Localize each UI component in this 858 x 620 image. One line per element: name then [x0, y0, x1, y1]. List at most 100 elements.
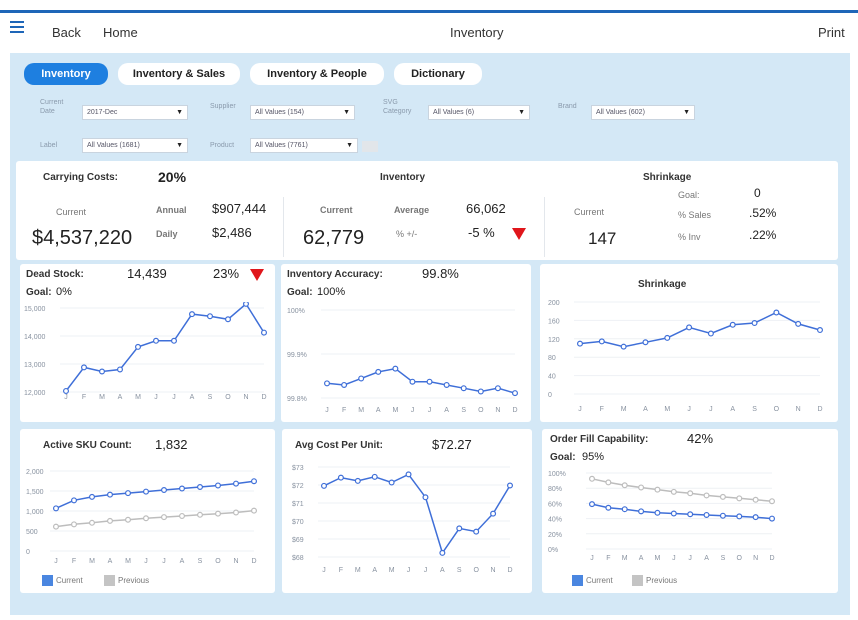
x-tick-label: M: [389, 567, 395, 574]
data-point: [473, 528, 480, 535]
apply-button[interactable]: [362, 141, 378, 152]
data-point: [215, 510, 222, 517]
series-line: [591, 478, 773, 502]
product-select[interactable]: All Values (7761) ▼: [250, 138, 358, 153]
x-tick-label: J: [322, 567, 326, 574]
y-tick-label: 1,500: [26, 489, 44, 496]
legend-current-swatch: [572, 575, 583, 586]
y-tick-label: 100%: [287, 308, 305, 315]
x-tick-label: F: [339, 567, 343, 574]
y-tick-label: 100%: [548, 471, 566, 478]
tab-inventory-sales[interactable]: Inventory & Sales: [118, 63, 240, 85]
inventory-accuracy-panel: Inventory Accuracy: 99.8% Goal: 100% 100…: [281, 264, 531, 422]
x-tick-label: A: [639, 555, 644, 562]
x-tick-label: S: [208, 394, 213, 401]
x-tick-label: O: [473, 567, 479, 574]
x-tick-label: A: [118, 394, 123, 401]
x-tick-label: D: [769, 555, 774, 562]
carrying-current-value: $4,537,220: [32, 227, 133, 249]
label-label: Label: [40, 142, 58, 149]
y-tick-label: $71: [292, 501, 304, 508]
data-point: [638, 484, 645, 491]
x-tick-label: N: [753, 555, 758, 562]
data-point: [197, 511, 204, 518]
y-tick-label: 0: [26, 549, 30, 556]
y-tick-label: $73: [292, 465, 304, 472]
page-title: Inventory: [450, 25, 504, 40]
x-tick-label: A: [704, 555, 709, 562]
data-point: [358, 375, 365, 382]
data-point: [460, 385, 467, 392]
x-tick-label: N: [796, 406, 801, 413]
order-fill-chart: 100% 80% 60% 40% 20% 0% J F M A M J J A S O N D: [548, 471, 776, 562]
x-tick-label: M: [99, 394, 105, 401]
x-tick-label: J: [688, 555, 692, 562]
inventory-average-value: 66,062: [466, 201, 506, 216]
data-point: [686, 324, 693, 331]
current-date-select[interactable]: 2017-Dec ▼: [82, 105, 188, 120]
y-tick-label: 80%: [548, 486, 562, 493]
shrinkage-sales-value: .52%: [749, 206, 777, 220]
x-tick-label: M: [655, 555, 661, 562]
data-point: [371, 473, 378, 480]
data-point: [426, 378, 433, 385]
brand-select[interactable]: All Values (602) ▼: [591, 105, 695, 120]
kpi-panel: Carrying Costs: 20% Current $4,537,220 A…: [16, 161, 838, 260]
data-point: [477, 388, 484, 395]
data-point: [588, 475, 595, 482]
tab-inventory[interactable]: Inventory: [24, 63, 108, 85]
carrying-annual-value: $907,444: [212, 201, 267, 216]
y-tick-label: 13,000: [24, 362, 46, 369]
supplier-select[interactable]: All Values (154) ▼: [250, 105, 355, 120]
x-tick-label: S: [721, 555, 726, 562]
current-date-label: Current Date: [40, 99, 64, 115]
data-point: [795, 320, 802, 327]
data-point: [719, 512, 726, 519]
data-point: [751, 320, 758, 327]
shrinkage-inv-label: % Inv: [678, 232, 701, 242]
shrinkage-sales-label: % Sales: [678, 210, 712, 220]
data-point: [443, 381, 450, 388]
x-tick-label: M: [664, 406, 670, 413]
y-tick-label: $68: [292, 555, 304, 562]
x-tick-label: J: [162, 558, 166, 565]
inventory-change-label: % +/-: [396, 229, 418, 239]
data-point: [752, 496, 759, 503]
data-point: [703, 492, 710, 499]
data-point: [494, 385, 501, 392]
x-tick-label: N: [243, 394, 248, 401]
home-link[interactable]: Home: [103, 25, 138, 40]
tab-dictionary[interactable]: Dictionary: [394, 63, 482, 85]
series-line: [65, 302, 265, 392]
series-line: [591, 503, 773, 520]
data-point: [197, 483, 204, 490]
data-point: [588, 501, 595, 508]
label-select[interactable]: All Values (1681) ▼: [82, 138, 188, 153]
y-tick-label: 120: [548, 337, 560, 344]
data-point: [654, 486, 661, 493]
print-link[interactable]: Print: [818, 25, 845, 40]
tab-inventory-people[interactable]: Inventory & People: [250, 63, 384, 85]
data-point: [179, 485, 186, 492]
avg-cost-panel: Avg Cost Per Unit: $72.27 $73 $72 $71 $70 $6…: [282, 429, 532, 593]
inventory-accuracy-goal-label: Goal:: [287, 287, 313, 298]
inventory-accuracy-chart: 100% 99.9% 99.8% J F M A M J J A S O N D: [287, 308, 519, 414]
svg-category-select[interactable]: All Values (6) ▼: [428, 105, 530, 120]
data-point: [52, 505, 59, 512]
hamburger-menu-icon[interactable]: [10, 21, 24, 35]
x-tick-label: J: [325, 407, 329, 414]
data-point: [719, 493, 726, 500]
data-point: [392, 365, 399, 372]
data-point: [323, 380, 330, 387]
data-point: [142, 515, 149, 522]
data-point: [707, 330, 714, 337]
data-point: [670, 488, 677, 495]
data-point: [439, 549, 446, 556]
data-point: [736, 495, 743, 502]
series-line: [579, 311, 821, 348]
y-tick-label: 0%: [548, 547, 558, 554]
back-link[interactable]: Back: [52, 25, 81, 40]
shrinkage-goal-value: 0: [754, 186, 761, 200]
y-tick-label: 40%: [548, 517, 562, 524]
x-tick-label: J: [424, 567, 428, 574]
